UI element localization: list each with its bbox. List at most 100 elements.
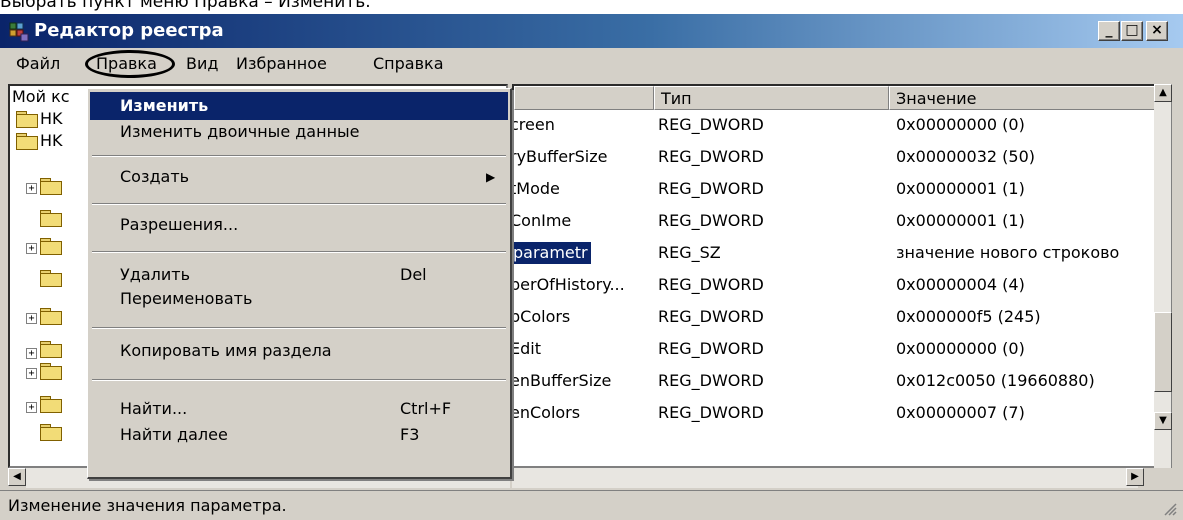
scroll-left-button[interactable]: ◀: [8, 468, 26, 486]
scroll-right-button[interactable]: ▶: [1126, 468, 1144, 486]
cell-name: enBufferSize: [512, 371, 612, 390]
cell-type: REG_DWORD: [658, 339, 764, 358]
cell-type: REG_DWORD: [658, 307, 764, 326]
cell-value: 0x00000001 (1): [896, 179, 1025, 198]
menu-item-rename[interactable]: Переименовать: [90, 285, 508, 313]
expand-icon[interactable]: +: [26, 313, 37, 324]
cell-type: REG_DWORD: [658, 115, 764, 134]
menu-item-label: Изменить двоичные данные: [120, 122, 360, 141]
registry-editor-icon: [9, 22, 29, 42]
values-list-pane[interactable]: Тип Значение creen REG_DWORD 0x00000000 (0…: [512, 84, 1156, 468]
menu-item-copy-key-name[interactable]: Копировать имя раздела: [90, 337, 508, 365]
scroll-thumb[interactable]: [1154, 312, 1172, 392]
menu-item-label: Создать: [120, 167, 190, 186]
window-title: Редактор реестра: [34, 20, 224, 41]
status-text: Изменение значения параметра.: [8, 496, 287, 515]
cell-value: 0x00000000 (0): [896, 339, 1025, 358]
cell-name: ConIme: [512, 211, 572, 230]
cell-value: 0x000000f5 (245): [896, 307, 1041, 326]
cell-name: parametr: [514, 242, 591, 264]
title-bar[interactable]: Редактор реестра _ □ ×: [0, 14, 1183, 48]
cell-name: pColors: [512, 307, 571, 326]
cell-value: 0x00000004 (4): [896, 275, 1025, 294]
vertical-scrollbar[interactable]: ▲ ▼: [1154, 84, 1172, 468]
cell-value: значение нового строково: [896, 243, 1120, 262]
folder-icon: [40, 178, 62, 195]
menu-item-find-next[interactable]: Найти далее F3: [90, 421, 508, 449]
column-value-header[interactable]: Значение: [889, 86, 1154, 110]
tree-root-label[interactable]: Мой кс: [10, 86, 70, 108]
cell-name: ryBufferSize: [512, 147, 608, 166]
menu-item-label: Найти далее: [120, 425, 228, 444]
folder-icon: [40, 308, 62, 325]
menu-separator: [92, 155, 506, 157]
menu-item-modify-binary[interactable]: Изменить двоичные данные: [90, 118, 508, 146]
menu-item-shortcut: Ctrl+F: [400, 399, 452, 418]
cell-type: REG_DWORD: [658, 179, 764, 198]
menu-item-label: Копировать имя раздела: [120, 341, 332, 360]
folder-icon: [16, 133, 38, 150]
cell-name: enColors: [512, 403, 581, 422]
cell-value: 0x00000000 (0): [896, 115, 1025, 134]
menu-item-find[interactable]: Найти... Ctrl+F: [90, 395, 508, 423]
list-h-scrollbar[interactable]: [512, 468, 1138, 488]
menu-item-label: Найти...: [120, 399, 188, 418]
folder-icon: [16, 111, 38, 128]
cell-type: REG_SZ: [658, 243, 721, 262]
menu-separator: [92, 379, 506, 381]
folder-icon: [40, 210, 62, 227]
column-name-header[interactable]: [514, 86, 654, 110]
expand-icon[interactable]: +: [26, 243, 37, 254]
close-button[interactable]: ×: [1146, 21, 1168, 41]
menu-separator: [92, 203, 506, 205]
menu-separator: [92, 251, 506, 253]
folder-icon: [40, 363, 62, 380]
menu-separator: [92, 327, 506, 329]
menu-file[interactable]: Файл: [16, 52, 60, 76]
folder-icon: [40, 238, 62, 255]
cell-value: 0x00000007 (7): [896, 403, 1025, 422]
edit-menu-dropdown: Изменить Изменить двоичные данные Создат…: [87, 88, 512, 479]
cell-type: REG_DWORD: [658, 147, 764, 166]
maximize-button[interactable]: □: [1121, 21, 1143, 41]
menu-item-label: Переименовать: [120, 289, 253, 308]
cell-value: 0x00000032 (50): [896, 147, 1036, 166]
submenu-arrow-icon: ▶: [486, 170, 496, 184]
caption-strip: Выбрать пункт меню Правка – Изменить.: [0, 0, 1183, 14]
highlight-circle: [85, 50, 175, 78]
menu-item-modify[interactable]: Изменить: [90, 92, 508, 120]
resize-grip-icon[interactable]: [1163, 502, 1177, 516]
cell-name: berOfHistory...: [512, 275, 625, 294]
expand-icon[interactable]: +: [26, 402, 37, 413]
cell-type: REG_DWORD: [658, 275, 764, 294]
expand-icon[interactable]: +: [26, 368, 37, 379]
cell-name: tMode: [512, 179, 560, 198]
cell-type: REG_DWORD: [658, 211, 764, 230]
status-bar: Изменение значения параметра.: [0, 490, 1183, 520]
minimize-button[interactable]: _: [1098, 21, 1120, 41]
column-type-header[interactable]: Тип: [654, 86, 889, 110]
folder-icon: [40, 270, 62, 287]
expand-icon[interactable]: +: [26, 183, 37, 194]
cell-name: creen: [512, 115, 555, 134]
folder-icon: [40, 341, 62, 358]
expand-icon[interactable]: +: [26, 348, 37, 359]
cell-name: Edit: [512, 339, 541, 358]
folder-icon: [40, 424, 62, 441]
scroll-up-button[interactable]: ▲: [1154, 84, 1172, 102]
menu-favorites[interactable]: Избранное: [236, 52, 327, 76]
menu-item-label: Изменить: [120, 96, 209, 115]
menu-help[interactable]: Справка: [373, 52, 444, 76]
cell-value: 0x012c0050 (19660880): [896, 371, 1095, 390]
tree-item-label: HK: [40, 131, 63, 150]
menu-item-new[interactable]: Создать ▶: [90, 163, 508, 191]
tree-item-label: HK: [40, 109, 63, 128]
menu-view[interactable]: Вид: [186, 52, 218, 76]
scroll-down-button[interactable]: ▼: [1154, 412, 1172, 430]
menu-item-label: Разрешения...: [120, 215, 239, 234]
menu-bar: Файл Правка Вид Избранное Справка: [0, 48, 1183, 78]
cell-type: REG_DWORD: [658, 403, 764, 422]
menu-item-permissions[interactable]: Разрешения...: [90, 211, 508, 239]
folder-icon: [40, 396, 62, 413]
caption-text: Выбрать пункт меню Правка – Изменить.: [0, 0, 371, 12]
